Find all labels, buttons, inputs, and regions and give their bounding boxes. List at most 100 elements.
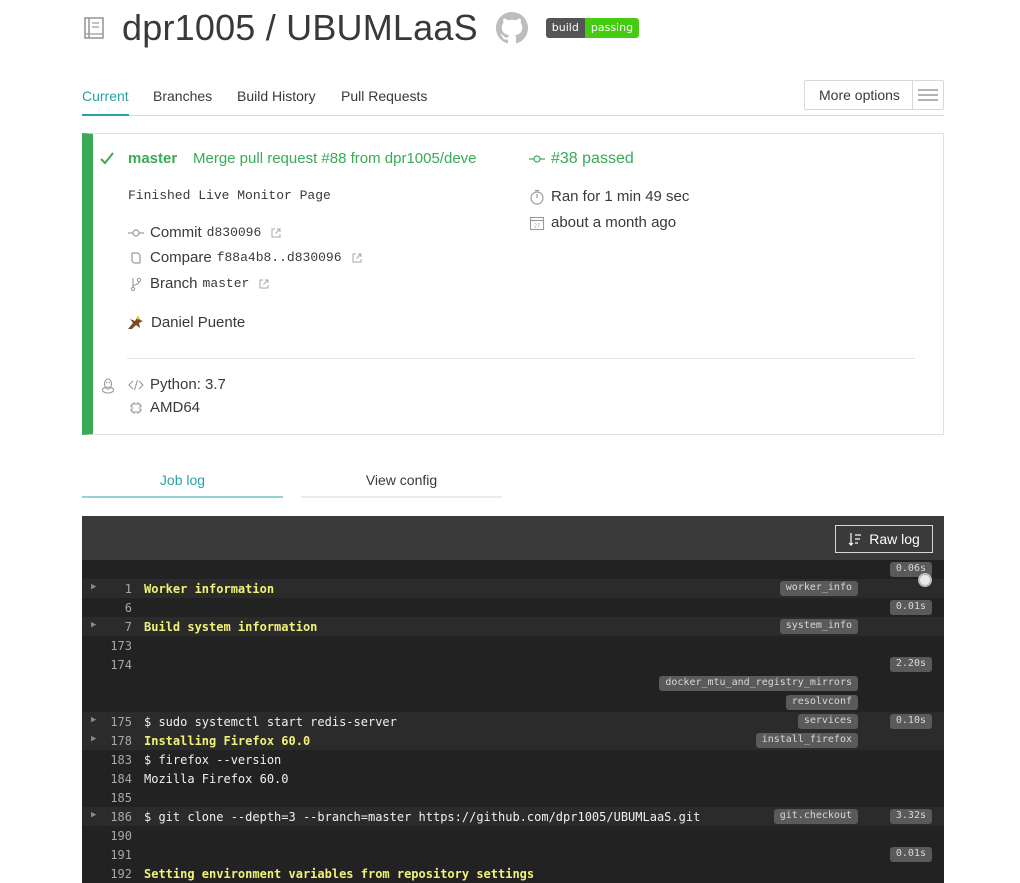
commit-message[interactable]: Merge pull request #88 from dpr1005/deve: [193, 150, 495, 167]
log-line: 184 Mozilla Firefox 60.0: [82, 769, 944, 788]
arch-text: AMD64: [150, 399, 201, 416]
badge-status: passing: [584, 18, 640, 38]
log-text: Build system information: [144, 620, 318, 634]
line-number[interactable]: 192: [96, 867, 132, 881]
duration-tag: 3.32s: [889, 809, 932, 824]
line-number[interactable]: 183: [96, 753, 132, 767]
line-number[interactable]: 174: [96, 658, 132, 672]
tab-build-history[interactable]: Build History: [237, 88, 316, 104]
log-text: $ git clone --depth=3 --branch=master ht…: [144, 810, 701, 824]
author-name[interactable]: Daniel Puente: [151, 314, 245, 331]
finished-row: 27 about a month ago: [529, 214, 676, 231]
badge-label: build: [545, 18, 585, 38]
travis-build-page: dpr1005 / UBUMLaaS build passing Current…: [0, 0, 1020, 883]
log-line: 191 0.01s: [82, 845, 944, 864]
code-icon: [128, 377, 144, 393]
author-row: Daniel Puente: [126, 313, 245, 331]
line-number[interactable]: 7: [96, 620, 132, 634]
log-line: 173: [82, 636, 944, 655]
duration-tag: 0.01s: [889, 847, 932, 862]
duration-tag: 2.20s: [889, 657, 932, 672]
branch-icon: [128, 276, 144, 292]
log-text: Worker information: [144, 582, 275, 596]
log-fold-line[interactable]: ▶ 1 Worker information worker_info: [82, 579, 944, 598]
log-line: resolvconf: [82, 693, 944, 712]
log-line: 185: [82, 788, 944, 807]
duration-tag: 0.10s: [889, 714, 932, 729]
fold-name-tag: system_info: [779, 619, 858, 634]
log-line: 190: [82, 826, 944, 845]
commit-sha-link[interactable]: d830096: [207, 225, 262, 240]
svg-text:27: 27: [534, 223, 540, 229]
hamburger-menu-icon: [913, 81, 943, 109]
build-number-status[interactable]: #38 passed: [529, 150, 634, 168]
external-link-icon[interactable]: [259, 279, 269, 289]
log-fold-line[interactable]: ▶ 178 Installing Firefox 60.0 install_firef…: [82, 731, 944, 750]
line-number[interactable]: 178: [96, 734, 132, 748]
branch-label: Branch: [150, 275, 198, 292]
compare-label: Compare: [150, 249, 212, 266]
log-toolbar: Raw log: [82, 516, 944, 560]
fold-name-tag: git.checkout: [773, 809, 858, 824]
tab-job-log[interactable]: Job log: [82, 460, 283, 498]
log-fold-line[interactable]: ▶ 175 $ sudo systemctl start redis-server s…: [82, 712, 944, 731]
fold-name-tag: resolvconf: [785, 695, 858, 710]
linux-icon: [101, 378, 115, 399]
line-number[interactable]: 184: [96, 772, 132, 786]
log-line: 0.06s: [82, 560, 944, 579]
branch-row: Branch master: [128, 275, 269, 292]
stopwatch-icon: [529, 189, 545, 205]
calendar-icon: 27: [529, 215, 545, 231]
more-options-button[interactable]: More options: [804, 80, 944, 110]
log-text: Mozilla Firefox 60.0: [144, 772, 289, 786]
tab-pull-requests[interactable]: Pull Requests: [341, 88, 427, 104]
line-number[interactable]: 186: [96, 810, 132, 824]
commit-icon: [128, 225, 144, 241]
fold-name-tag: services: [797, 714, 858, 729]
commit-description: Finished Live Monitor Page: [128, 188, 331, 203]
scroll-indicator[interactable]: [918, 573, 932, 587]
build-branch[interactable]: master: [128, 150, 177, 167]
line-number[interactable]: 175: [96, 715, 132, 729]
tab-branches[interactable]: Branches: [153, 88, 212, 104]
log-text: Setting environment variables from repos…: [144, 867, 535, 881]
commit-label: Commit: [150, 224, 202, 241]
branch-link[interactable]: master: [203, 276, 250, 291]
line-number[interactable]: 190: [96, 829, 132, 843]
build-status-text: #38 passed: [551, 150, 634, 167]
log-line: docker_mtu_and_registry_mirrors: [82, 674, 944, 693]
tab-current[interactable]: Current: [82, 88, 129, 116]
duration-text: Ran for 1 min 49 sec: [551, 188, 690, 205]
external-link-icon[interactable]: [352, 253, 362, 263]
log-fold-line[interactable]: ▶ 186 $ git clone --depth=3 --branch=maste…: [82, 807, 944, 826]
build-status-badge[interactable]: build passing: [545, 18, 640, 38]
checkmark-icon: [99, 150, 115, 171]
github-icon[interactable]: [495, 12, 528, 44]
more-options-label: More options: [805, 81, 913, 109]
compare-icon: [128, 250, 144, 266]
job-log-panel: Raw log 0.06s ▶ 1 Worker information worker_…: [82, 516, 944, 883]
log-line: 192 Setting environment variables from re…: [82, 864, 944, 883]
raw-log-label: Raw log: [869, 531, 920, 547]
tab-view-config[interactable]: View config: [301, 460, 502, 498]
line-number[interactable]: 173: [96, 639, 132, 653]
log-fold-line[interactable]: ▶ 7 Build system information system_info: [82, 617, 944, 636]
line-number[interactable]: 1: [96, 582, 132, 596]
compare-row: Compare f88a4b8..d830096: [128, 249, 362, 266]
log-text: Installing Firefox 60.0: [144, 734, 311, 748]
commit-icon: [529, 151, 545, 167]
line-number[interactable]: 191: [96, 848, 132, 862]
duration-tag: 0.01s: [889, 600, 932, 615]
finished-text: about a month ago: [551, 214, 677, 231]
repo-title[interactable]: dpr1005 / UBUMLaaS: [122, 7, 478, 49]
log-line: 174 2.20s: [82, 655, 944, 674]
line-number[interactable]: 185: [96, 791, 132, 805]
log-line: 6 0.01s: [82, 598, 944, 617]
compare-range-link[interactable]: f88a4b8..d830096: [217, 250, 342, 265]
line-number[interactable]: 6: [96, 601, 132, 615]
fold-name-tag: install_firefox: [755, 733, 858, 748]
external-link-icon[interactable]: [271, 228, 281, 238]
repository-icon: [82, 15, 106, 41]
author-avatar: [126, 313, 144, 331]
raw-log-button[interactable]: Raw log: [835, 525, 933, 553]
